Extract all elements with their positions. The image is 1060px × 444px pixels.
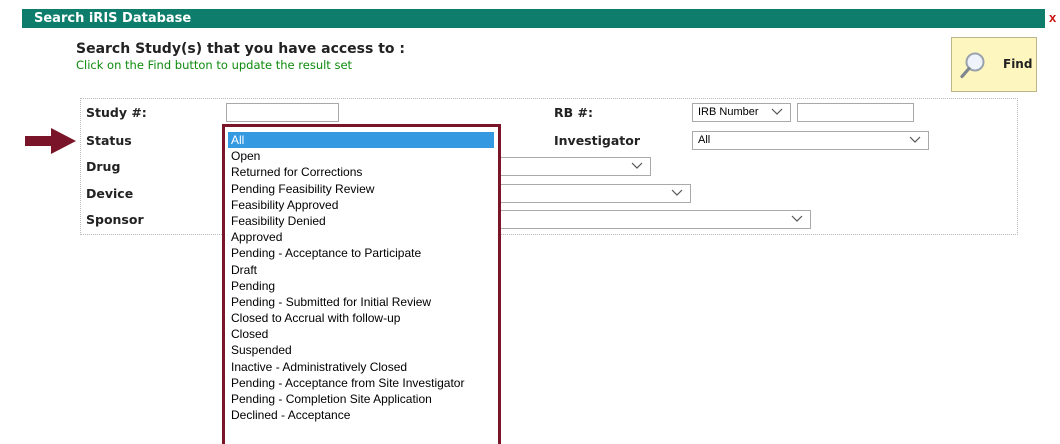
drug-label: Drug <box>86 159 121 174</box>
rb-type-value: IRB Number <box>698 106 759 118</box>
status-option[interactable]: Pending - Submitted for Initial Review <box>225 294 498 310</box>
status-option[interactable]: Closed to Accrual with follow-up <box>225 310 498 326</box>
status-option[interactable]: Draft <box>225 262 498 278</box>
status-dropdown-list[interactable]: All Open Returned for Corrections Pending F… <box>222 124 501 444</box>
find-button[interactable]: Find <box>951 37 1037 92</box>
find-button-label: Find <box>1003 57 1033 71</box>
chevron-down-icon <box>909 136 921 143</box>
study-number-input[interactable] <box>226 103 339 122</box>
status-label: Status <box>86 133 132 148</box>
close-button[interactable]: x <box>1049 10 1056 25</box>
status-option[interactable]: Pending - Acceptance to Participate <box>225 245 498 261</box>
investigator-label: Investigator <box>554 133 640 148</box>
chevron-down-icon <box>671 189 683 196</box>
status-option[interactable]: Approved <box>225 229 498 245</box>
status-option[interactable]: Suspended <box>225 342 498 358</box>
window-titlebar: Search iRIS Database <box>22 9 1045 28</box>
chevron-down-icon <box>771 108 783 115</box>
status-option[interactable]: Returned for Corrections <box>225 164 498 180</box>
status-option[interactable]: Pending - Completion Site Application <box>225 391 498 407</box>
chevron-down-icon <box>791 215 803 222</box>
status-option[interactable]: Pending - Acceptance from Site Investiga… <box>225 375 498 391</box>
investigator-select[interactable]: All <box>692 131 929 150</box>
investigator-value: All <box>698 134 711 146</box>
study-number-label: Study #: <box>86 105 147 120</box>
rb-number-input[interactable] <box>797 103 914 122</box>
device-label: Device <box>86 186 134 201</box>
status-option[interactable]: Declined - Acceptance <box>225 407 498 423</box>
magnifier-icon <box>960 52 985 79</box>
rb-type-select[interactable]: IRB Number <box>692 103 791 122</box>
page-heading: Search Study(s) that you have access to … <box>76 41 405 57</box>
status-option[interactable]: Feasibility Approved <box>225 197 498 213</box>
status-option[interactable]: Closed <box>225 326 498 342</box>
status-option[interactable]: Inactive - Administratively Closed <box>225 359 498 375</box>
status-option[interactable]: Feasibility Denied <box>225 213 498 229</box>
chevron-down-icon <box>631 162 643 169</box>
sponsor-label: Sponsor <box>86 212 144 227</box>
rb-number-label: RB #: <box>554 105 593 120</box>
status-option[interactable]: Pending Feasibility Review <box>225 181 498 197</box>
status-option[interactable]: Pending <box>225 278 498 294</box>
window-title: Search iRIS Database <box>34 11 192 26</box>
pointer-arrow-icon <box>25 128 76 154</box>
status-option[interactable]: Open <box>225 148 498 164</box>
page-subheading: Click on the Find button to update the r… <box>76 58 353 72</box>
status-option[interactable]: All <box>228 132 494 149</box>
